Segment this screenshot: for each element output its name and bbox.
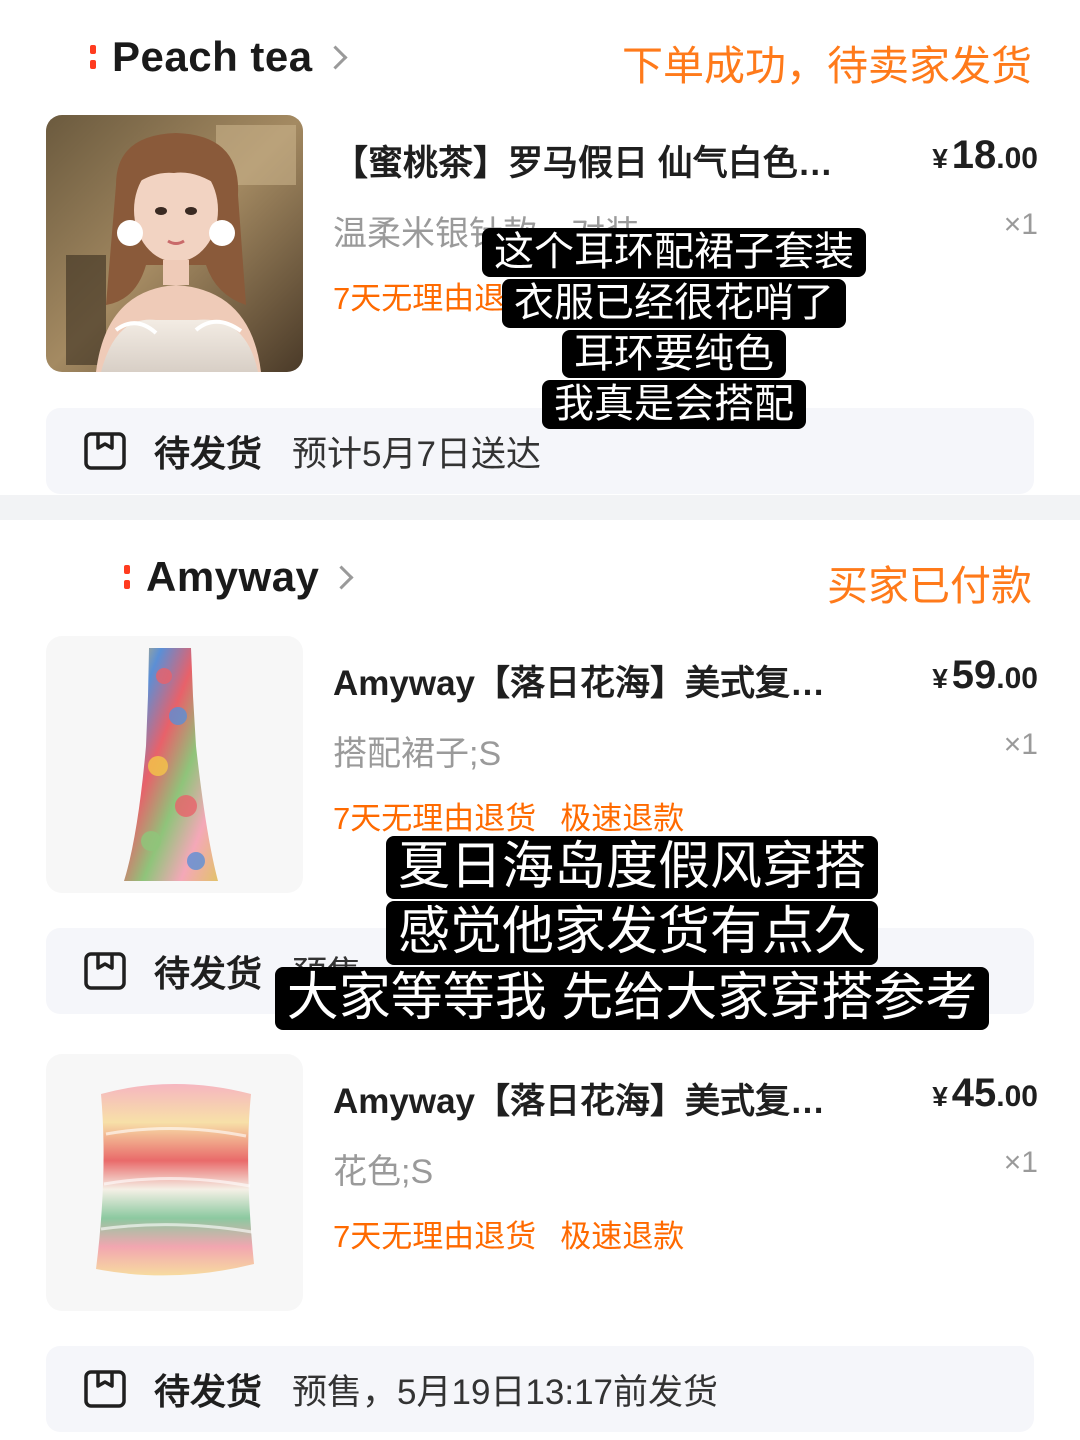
shipping-info: 预售: [292, 954, 363, 994]
product-image[interactable]: [46, 115, 303, 372]
product-variant: 花色;S: [333, 1153, 434, 1191]
order-status: 买家已付款: [827, 563, 1032, 609]
service-tags: 7天无理由退货 极速退款: [333, 793, 684, 838]
shipping-status-bar[interactable]: 待发货 预售，5月19日13:17前发货: [46, 1346, 1034, 1432]
package-icon: [84, 432, 126, 470]
order-status: 下单成功，待卖家发货: [622, 43, 1032, 89]
shipping-info: 预售，5月19日13:17前发货: [292, 1372, 718, 1412]
product-title[interactable]: Amyway【落日花海】美式复…: [333, 1073, 825, 1124]
shipping-label: 待发货: [154, 953, 263, 994]
shipping-status-bar[interactable]: 待发货 预售: [46, 928, 1034, 1014]
tag-return: 7天无理由退货: [333, 1219, 537, 1254]
floral-tube-top-icon: [96, 1084, 254, 1276]
shop-logo-icon: [90, 42, 98, 72]
product-image[interactable]: [46, 636, 303, 893]
chevron-right-icon: [329, 564, 354, 590]
tag-fast-refund: 极速退款: [560, 1219, 685, 1254]
floral-skirt-icon: [124, 648, 218, 881]
shop-logo-icon: [124, 562, 132, 592]
product-quantity: ×1: [1003, 208, 1038, 241]
product-title[interactable]: Amyway【落日花海】美式复…: [333, 655, 825, 706]
product-price: ¥59.00: [932, 653, 1038, 697]
product-price: ¥18.00: [932, 133, 1038, 177]
order-card: Amyway 买家已付款 Amyway【落日花海】美式复… ¥59.00 搭配裙…: [0, 520, 1080, 1440]
tag-return: 7天无理由退货: [333, 281, 537, 316]
shipping-info: 预计5月7日送达: [292, 434, 541, 474]
package-icon: [84, 952, 126, 990]
shipping-label: 待发货: [154, 433, 263, 474]
package-icon: [84, 1370, 126, 1408]
product-title[interactable]: 【蜜桃茶】罗马假日 仙气白色…: [333, 135, 833, 186]
chevron-right-icon: [323, 44, 348, 70]
tag-fast-refund: 极速退款: [560, 801, 685, 836]
product-variant: 搭配裙子;S: [333, 735, 502, 773]
product-price: ¥45.00: [932, 1071, 1038, 1115]
shipping-status-bar[interactable]: 待发货 预计5月7日送达: [46, 408, 1034, 494]
portrait-photo-icon: [46, 115, 303, 372]
order-card: Peach tea 下单成功，待卖家发货 【蜜桃茶】罗马假日 仙气白色… ¥ 1…: [0, 0, 1080, 495]
shop-name: Peach tea: [112, 33, 313, 80]
product-quantity: ×1: [1003, 728, 1038, 761]
shipping-label: 待发货: [154, 1371, 263, 1412]
service-tags: 7天无理由退货: [333, 273, 536, 318]
product-image[interactable]: [46, 1054, 303, 1311]
service-tags: 7天无理由退货 极速退款: [333, 1211, 684, 1256]
shop-header[interactable]: Amyway: [124, 542, 354, 612]
shop-name: Amyway: [146, 553, 320, 600]
product-variant: 温柔米银针款一对装: [333, 215, 639, 253]
product-quantity: ×1: [1003, 1146, 1038, 1179]
tag-return: 7天无理由退货: [333, 801, 537, 836]
shop-header[interactable]: Peach tea: [90, 22, 348, 92]
